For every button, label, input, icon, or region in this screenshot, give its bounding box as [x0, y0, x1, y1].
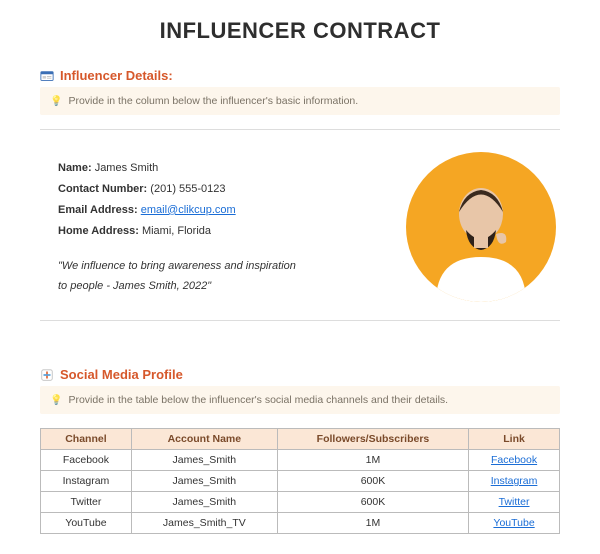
section-heading-details: Influencer Details: — [60, 68, 173, 83]
name-label: Name: — [58, 162, 92, 174]
col-link: Link — [469, 429, 560, 450]
cell-account: James_Smith — [131, 492, 277, 513]
contact-value: (201) 555-0123 — [150, 183, 225, 195]
email-link[interactable]: email@clikcup.com — [141, 204, 236, 216]
details-block: Name: James Smith Contact Number: (201) … — [40, 148, 560, 320]
lightbulb-icon: 💡 — [50, 96, 62, 107]
id-card-icon — [40, 69, 54, 83]
name-value: James Smith — [95, 162, 159, 174]
email-label: Email Address: — [58, 204, 138, 216]
col-followers: Followers/Subscribers — [277, 429, 468, 450]
cell-followers: 600K — [277, 471, 468, 492]
home-label: Home Address: — [58, 225, 139, 237]
hint-box-social: 💡 Provide in the table below the influen… — [40, 386, 560, 414]
col-account: Account Name — [131, 429, 277, 450]
avatar — [406, 152, 556, 302]
cell-link[interactable]: Instagram — [491, 475, 538, 487]
table-row: YouTube James_Smith_TV 1M YouTube — [41, 513, 560, 534]
table-row: Instagram James_Smith 600K Instagram — [41, 471, 560, 492]
details-text: Name: James Smith Contact Number: (201) … — [58, 148, 386, 297]
cell-channel: YouTube — [41, 513, 132, 534]
contact-label: Contact Number: — [58, 183, 147, 195]
cell-account: James_Smith — [131, 450, 277, 471]
cell-channel: Twitter — [41, 492, 132, 513]
col-channel: Channel — [41, 429, 132, 450]
hint-text-details: Provide in the column below the influenc… — [68, 95, 358, 107]
table-row: Twitter James_Smith 600K Twitter — [41, 492, 560, 513]
table-row: Facebook James_Smith 1M Facebook — [41, 450, 560, 471]
home-value: Miami, Florida — [142, 225, 211, 237]
cell-link[interactable]: Facebook — [491, 454, 537, 466]
cell-followers: 1M — [277, 450, 468, 471]
table-header-row: Channel Account Name Followers/Subscribe… — [41, 429, 560, 450]
plus-badge-icon — [40, 368, 54, 382]
cell-followers: 1M — [277, 513, 468, 534]
section-heading-social: Social Media Profile — [60, 367, 183, 382]
hint-text-social: Provide in the table below the influence… — [68, 394, 448, 406]
cell-channel: Facebook — [41, 450, 132, 471]
cell-link[interactable]: Twitter — [499, 496, 530, 508]
cell-account: James_Smith — [131, 471, 277, 492]
cell-channel: Instagram — [41, 471, 132, 492]
divider — [40, 129, 560, 130]
cell-followers: 600K — [277, 492, 468, 513]
divider — [40, 320, 560, 321]
section-head-social: Social Media Profile — [40, 367, 560, 382]
section-head-details: Influencer Details: — [40, 68, 560, 83]
cell-account: James_Smith_TV — [131, 513, 277, 534]
lightbulb-icon: 💡 — [50, 395, 62, 406]
social-table: Channel Account Name Followers/Subscribe… — [40, 428, 560, 534]
cell-link[interactable]: YouTube — [493, 517, 534, 529]
quote-text: "We influence to bring awareness and ins… — [58, 256, 298, 298]
page-title: INFLUENCER CONTRACT — [40, 0, 560, 68]
hint-box-details: 💡 Provide in the column below the influe… — [40, 87, 560, 115]
